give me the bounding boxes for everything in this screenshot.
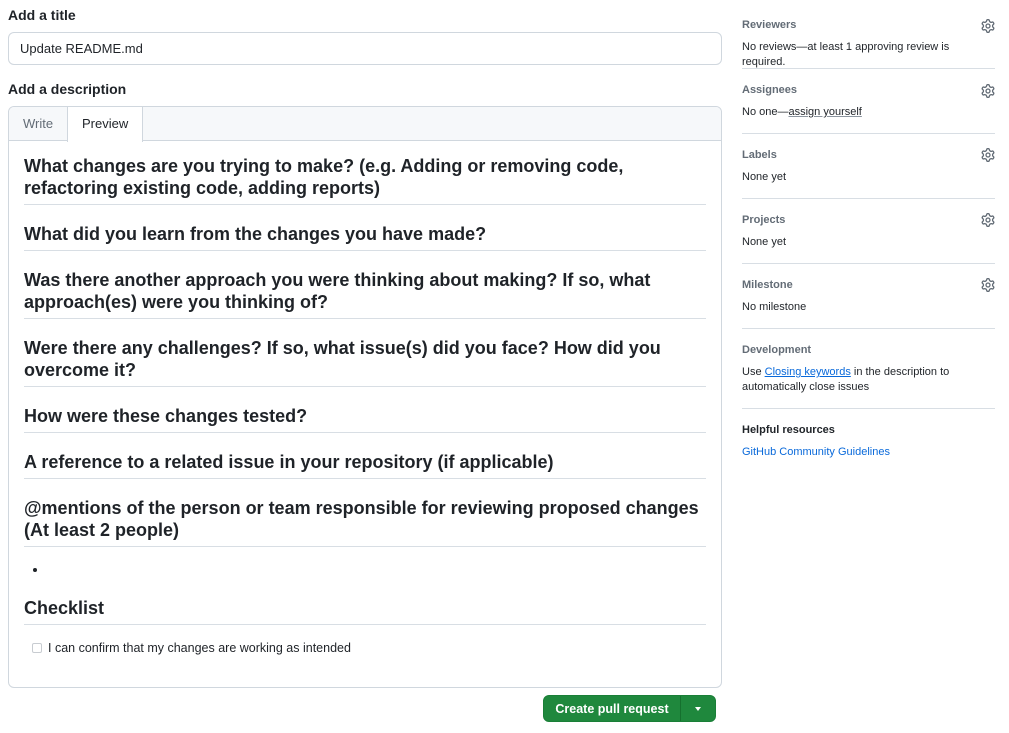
assign-yourself-link[interactable]: assign yourself xyxy=(788,106,861,118)
gear-icon[interactable] xyxy=(981,19,995,33)
tab-preview[interactable]: Preview xyxy=(67,107,144,142)
preview-pane: What changes are you trying to make? (e.… xyxy=(9,141,721,655)
assignees-prefix: No one— xyxy=(742,106,789,118)
development-text-before: Use xyxy=(742,366,765,378)
bullet-icon xyxy=(33,568,37,572)
checkbox[interactable] xyxy=(32,643,42,653)
sidebar-section-milestone: Milestone No milestone xyxy=(742,264,995,329)
preview-heading: What changes are you trying to make? (e.… xyxy=(24,155,706,205)
sidebar-title-projects: Projects xyxy=(742,214,786,226)
sidebar-section-reviewers: Reviewers No reviews—at least 1 approvin… xyxy=(742,0,995,69)
sidebar-value-milestone: No milestone xyxy=(742,301,807,313)
sidebar-title-labels: Labels xyxy=(742,149,777,161)
preview-heading: What did you learn from the changes you … xyxy=(24,223,706,251)
create-pull-request-button[interactable]: Create pull request xyxy=(543,695,716,722)
closing-keywords-link[interactable]: Closing keywords xyxy=(765,366,851,378)
create-pull-request-main[interactable]: Create pull request xyxy=(544,696,681,721)
preview-heading: Were there any challenges? If so, what i… xyxy=(24,337,706,387)
sidebar-title-milestone: Milestone xyxy=(742,279,793,291)
sidebar-section-development: Development Use Closing keywords in the … xyxy=(742,329,995,409)
sidebar-value-reviewers: No reviews—at least 1 approving review i… xyxy=(742,41,950,68)
sidebar-section-helpful: Helpful resources GitHub Community Guide… xyxy=(742,409,995,469)
sidebar-title-assignees: Assignees xyxy=(742,84,798,96)
sidebar-section-projects: Projects None yet xyxy=(742,199,995,264)
title-input[interactable] xyxy=(8,32,722,65)
preview-heading: A reference to a related issue in your r… xyxy=(24,451,706,479)
sidebar-section-assignees: Assignees No one—assign yourself xyxy=(742,69,995,134)
preview-heading: Was there another approach you were thin… xyxy=(24,269,706,319)
checklist-heading: Checklist xyxy=(24,597,706,625)
description-label: Add a description xyxy=(8,81,127,97)
sidebar-value-labels: None yet xyxy=(742,171,787,183)
checklist-item: I can confirm that my changes are workin… xyxy=(24,641,706,655)
sidebar-value-development: Use Closing keywords in the description … xyxy=(742,365,982,395)
gear-icon[interactable] xyxy=(981,84,995,98)
sidebar-section-labels: Labels None yet xyxy=(742,134,995,199)
preview-heading: @mentions of the person or team responsi… xyxy=(24,497,706,547)
sidebar-value-assignees: No one—assign yourself xyxy=(742,105,862,120)
sidebar-title-helpful: Helpful resources xyxy=(742,424,835,436)
title-label: Add a title xyxy=(8,7,76,23)
description-editor: Write Preview What changes are you tryin… xyxy=(8,106,722,688)
gear-icon[interactable] xyxy=(981,148,995,162)
caret-down-icon xyxy=(695,706,701,711)
empty-list-item xyxy=(24,547,706,585)
create-options-dropdown[interactable] xyxy=(681,696,715,721)
sidebar-title-reviewers: Reviewers xyxy=(742,19,797,31)
sidebar-value-projects: None yet xyxy=(742,236,787,248)
sidebar-title-development: Development xyxy=(742,344,812,356)
create-pull-request-label: Create pull request xyxy=(555,701,669,716)
gear-icon[interactable] xyxy=(981,213,995,227)
preview-heading: How were these changes tested? xyxy=(24,405,706,433)
tab-write[interactable]: Write xyxy=(9,107,67,141)
editor-tabbar: Write Preview xyxy=(9,107,721,142)
checklist-item-label: I can confirm that my changes are workin… xyxy=(48,641,351,655)
gear-icon[interactable] xyxy=(981,278,995,292)
community-guidelines-link[interactable]: GitHub Community Guidelines xyxy=(742,445,890,460)
